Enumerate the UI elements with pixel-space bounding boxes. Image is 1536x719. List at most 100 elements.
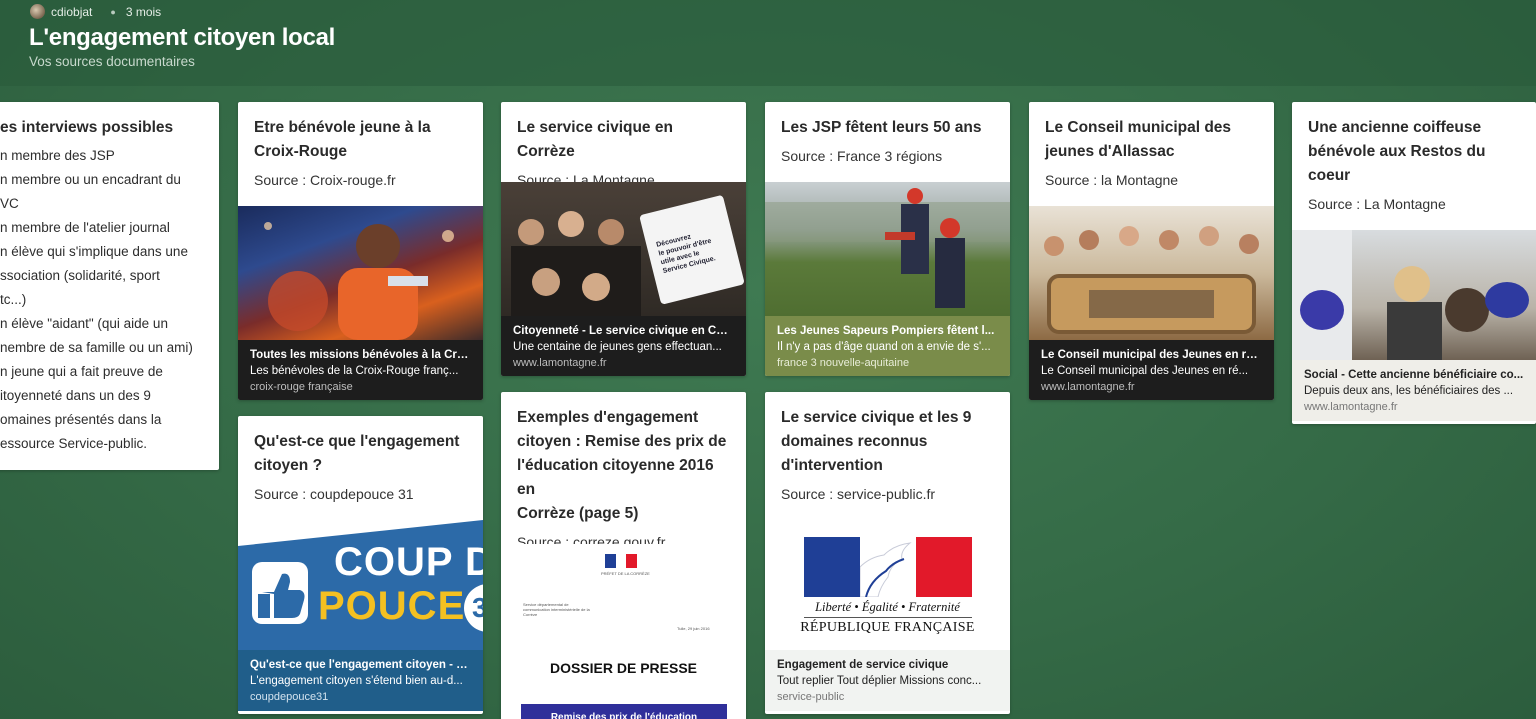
card-title: Le Conseil municipal des jeunes d'Allass… [1029, 102, 1274, 164]
card-title-line: citoyen : Remise des prix de [517, 433, 727, 450]
preview-url: france 3 nouvelle-aquitaine [777, 357, 910, 369]
preview-title: Toutes les missions bénévoles à la Cro..… [250, 349, 471, 361]
preview-caption: Les Jeunes Sapeurs Pompiers fêtent l... … [765, 316, 1010, 376]
card-title-line: Le Conseil municipal des [1045, 119, 1232, 136]
card-title-line: Croix-Rouge [254, 143, 347, 160]
preview-desc: Le Conseil municipal des Jeunes en ré... [1041, 365, 1249, 377]
card-title: Les JSP fêtent leurs 50 ans [765, 102, 1010, 140]
post-card-croix-rouge[interactable]: Etre bénévole jeune à la Croix-Rouge Sou… [238, 102, 483, 400]
card-title: Une ancienne coiffeuse bénévole aux Rest… [1292, 102, 1536, 188]
rf-divider [804, 617, 972, 618]
body-line: nembre de sa famille ou un ami) [0, 340, 193, 355]
preview-desc: Il n'y a pas d'âge quand on a envie de s… [777, 341, 991, 353]
link-preview[interactable]: Découvrez le pouvoir d'être utile avec l… [501, 182, 746, 376]
author-name[interactable]: cdiobjat [51, 5, 92, 19]
marianne-logo [605, 554, 638, 568]
card-title-line: bénévole aux Restos du [1308, 143, 1486, 160]
body-line: n membre de l'atelier journal [0, 220, 170, 235]
board-subtitle: Vos sources documentaires [29, 54, 195, 69]
card-title: Exemples d'engagement citoyen : Remise d… [501, 392, 746, 526]
author-avatar[interactable] [30, 4, 45, 19]
card-title-line: Corrèze (page 5) [517, 505, 639, 522]
link-preview[interactable]: Social - Cette ancienne bénéficiaire co.… [1292, 230, 1536, 421]
interviews-card[interactable]: es interviews possibles n membre des JSP… [0, 102, 219, 470]
marianne-icon [860, 542, 912, 597]
preview-image: Liberté • Égalité • Fraternité RÉPUBLIQU… [765, 520, 1010, 650]
post-card-exemples-engagement[interactable]: Exemples d'engagement citoyen : Remise d… [501, 392, 746, 719]
card-source: Source : la Montagne [1045, 172, 1179, 188]
pdf-heading: DOSSIER DE PRESSE [549, 660, 698, 676]
preview-desc: L'engagement citoyen s'étend bien au-d..… [250, 675, 463, 687]
preview-title: Les Jeunes Sapeurs Pompiers fêtent l... [777, 325, 995, 337]
card-title: Le service civique en Corrèze [501, 102, 746, 164]
preview-image: Découvrez le pouvoir d'être utile avec l… [501, 182, 746, 316]
board-header: cdiobjat ● 3 mois L'engagement citoyen l… [0, 0, 1536, 86]
volunteer-photo [264, 222, 454, 340]
preview-image [1029, 206, 1274, 340]
body-line: essource Service-public. [0, 436, 148, 451]
republique-francaise-logo [804, 537, 972, 597]
pdf-preview[interactable]: PRÉFET DE LA CORRÈZE Service département… [501, 544, 746, 719]
board-title: L'engagement citoyen local [29, 24, 335, 51]
link-preview[interactable]: Liberté • Égalité • Fraternité RÉPUBLIQU… [765, 520, 1010, 711]
council-photo [1044, 226, 1259, 334]
logo-line-1: COUP DE [334, 540, 483, 584]
body-line: VC [0, 196, 19, 211]
separator-dot-icon: ● [110, 6, 116, 17]
body-line: n jeune qui a fait preuve de [0, 364, 163, 379]
preview-url: www.lamontagne.fr [1041, 381, 1135, 393]
post-card-service-civique-domaines[interactable]: Le service civique et les 9 domaines rec… [765, 392, 1010, 714]
preview-url: coupdepouce31 [250, 691, 329, 703]
link-preview[interactable]: Les Jeunes Sapeurs Pompiers fêtent l... … [765, 182, 1010, 376]
preview-desc: Depuis deux ans, les bénéficiaires des .… [1304, 385, 1514, 397]
preview-title: Engagement de service civique [777, 659, 949, 671]
thumbs-up-icon [252, 562, 308, 624]
card-title-line: Une ancienne coiffeuse [1308, 119, 1482, 136]
preview-url: service-public [777, 691, 845, 703]
card-source: Source : France 3 régions [781, 148, 943, 164]
card-title-line: Exemples d'engagement [517, 409, 699, 426]
post-card-service-civique-correze[interactable]: Le service civique en Corrèze Source : L… [501, 102, 746, 376]
body-line: n élève "aidant" (qui aide un [0, 316, 168, 331]
post-card-restos-du-coeur[interactable]: Une ancienne coiffeuse bénévole aux Rest… [1292, 102, 1536, 424]
card-source: Source : Croix-rouge.fr [254, 172, 396, 188]
rf-motto: Liberté • Égalité • Fraternité [815, 600, 960, 614]
preview-desc: Une centaine de jeunes gens effectuan... [513, 341, 722, 353]
post-time: 3 mois [125, 4, 162, 19]
preview-caption: Le Conseil municipal des Jeunes en ré...… [1029, 340, 1274, 400]
preview-caption: Toutes les missions bénévoles à la Cro..… [238, 340, 483, 400]
link-preview[interactable]: COUP DE POUCE 31 Qu'est-ce que l'engagem… [238, 520, 483, 711]
card-title-line: domaines reconnus [781, 433, 928, 450]
card-title: es interviews possibles [0, 119, 174, 136]
pdf-date: Tulle, 29 juin 2016 [677, 626, 710, 631]
link-preview[interactable]: Toutes les missions bénévoles à la Cro..… [238, 206, 483, 400]
logo-line-2: POUCE [318, 584, 466, 628]
card-source: Source : service-public.fr [781, 486, 936, 502]
post-card-engagement-citoyen[interactable]: Qu'est-ce que l'engagement citoyen ? Sou… [238, 416, 483, 714]
pdf-band: Remise des prix de l'éducation [521, 704, 727, 719]
card-title-line: Les JSP fêtent leurs 50 ans [781, 119, 982, 136]
card-title-line: d'intervention [781, 457, 883, 474]
link-preview[interactable]: Le Conseil municipal des Jeunes en ré...… [1029, 206, 1274, 400]
card-source: Source : coupdepouce 31 [254, 486, 414, 502]
preview-title: Qu'est-ce que l'engagement citoyen - C..… [250, 659, 471, 671]
preview-url: www.lamontagne.fr [513, 357, 607, 369]
post-meta: cdiobjat ● 3 mois [30, 4, 161, 19]
card-title-line: jeunes d'Allassac [1045, 143, 1175, 160]
body-line: ssociation (solidarité, sport [0, 268, 160, 283]
card-body: n membre des JSP n membre ou un encadran… [0, 140, 219, 456]
preview-title: Citoyenneté - Le service civique en Cor.… [513, 325, 734, 337]
preview-url: www.lamontagne.fr [1304, 401, 1398, 413]
preview-image: COUP DE POUCE 31 [238, 520, 483, 650]
preview-caption: Engagement de service civique Tout repli… [765, 650, 1010, 711]
post-card-jsp[interactable]: Les JSP fêtent leurs 50 ans Source : Fra… [765, 102, 1010, 376]
card-title-line: coeur [1308, 167, 1351, 184]
preview-title: Social - Cette ancienne bénéficiaire co.… [1304, 369, 1524, 381]
body-line: n élève qui s'implique dans une [0, 244, 188, 259]
preview-image [1292, 230, 1536, 360]
preview-desc: Tout replier Tout déplier Missions conc.… [777, 675, 982, 687]
preview-image [238, 206, 483, 340]
card-title-line: Le service civique et les 9 [781, 409, 972, 426]
post-card-conseil-municipal[interactable]: Le Conseil municipal des jeunes d'Allass… [1029, 102, 1274, 400]
rf-name: RÉPUBLIQUE FRANÇAISE [800, 620, 975, 635]
